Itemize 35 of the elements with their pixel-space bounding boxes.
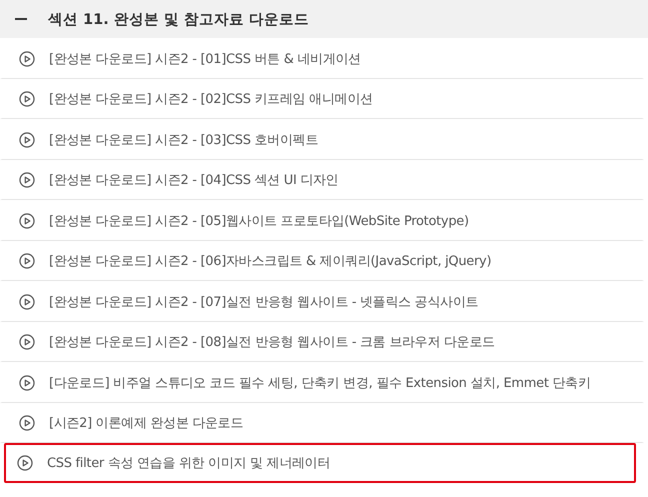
section-header[interactable]: 섹션 11. 완성본 및 참고자료 다운로드 xyxy=(0,0,648,38)
lecture-item[interactable]: [완성본 다운로드] 시즌2 - [03]CSS 호버이펙트 xyxy=(0,119,644,160)
lecture-title: [시즌2] 이론예제 완성본 다운로드 xyxy=(49,415,244,432)
play-icon xyxy=(19,334,35,350)
play-icon xyxy=(19,91,35,108)
lecture-item[interactable]: [완성본 다운로드] 시즌2 - [08]실전 반응형 웹사이트 - 크롬 브라우저 다운로드 xyxy=(0,322,644,362)
play-icon xyxy=(19,50,35,67)
lecture-item[interactable]: [완성본 다운로드] 시즌2 - [05]웹사이트 프로토타입(WebSite Prototype) xyxy=(0,200,644,240)
play-icon xyxy=(19,212,35,229)
lecture-item[interactable]: [완성본 다운로드] 시즌2 - [01]CSS 버튼 & 네비게이션 xyxy=(0,38,644,78)
lecture-item[interactable]: [다운로드] 비주얼 스튜디오 코드 필수 세팅, 단축키 변경, 필수 Extension 설치, Emmet 단축키 xyxy=(0,362,644,402)
lecture-title: [완성본 다운로드] 시즌2 - [05]웹사이트 프로토타입(WebSite Prototype) xyxy=(49,212,469,230)
lecture-item[interactable]: [완성본 다운로드] 시즌2 - [02]CSS 키프레임 애니메이션 xyxy=(0,78,644,119)
lecture-item[interactable]: [완성본 다운로드] 시즌2 - [07]실전 반응형 웹사이트 - 넷플릭스 공식사이트 xyxy=(0,281,644,322)
play-icon xyxy=(19,374,35,391)
play-icon xyxy=(19,415,35,432)
lecture-title: [완성본 다운로드] 시즌2 - [01]CSS 버튼 & 네비게이션 xyxy=(49,50,361,68)
lecture-item[interactable]: [완성본 다운로드] 시즌2 - [06]자바스크립트 & 제이쿼리(JavaScript, jQuery) xyxy=(0,240,644,281)
lecture-title: [완성본 다운로드] 시즌2 - [03]CSS 호버이펙트 xyxy=(49,132,318,149)
lecture-title: [완성본 다운로드] 시즌2 - [02]CSS 키프레임 애니메이션 xyxy=(49,91,373,108)
lecture-item[interactable]: CSS filter 속성 연습을 위한 이미지 및 제너레이터 xyxy=(4,443,636,483)
play-icon xyxy=(19,253,35,270)
lecture-title: [완성본 다운로드] 시즌2 - [04]CSS 섹션 UI 디자인 xyxy=(49,172,338,190)
lecture-title: [완성본 다운로드] 시즌2 - [06]자바스크립트 & 제이쿼리(JavaScript, jQuery) xyxy=(49,253,492,270)
play-icon xyxy=(19,172,35,188)
lecture-title: [완성본 다운로드] 시즌2 - [08]실전 반응형 웹사이트 - 크롬 브라우저 다운로드 xyxy=(49,334,495,352)
lecture-item[interactable]: [완성본 다운로드] 시즌2 - [04]CSS 섹션 UI 디자인 xyxy=(0,160,644,200)
lecture-item[interactable]: [시즌2] 이론예제 완성본 다운로드 xyxy=(0,402,644,443)
lecture-title: [완성본 다운로드] 시즌2 - [07]실전 반응형 웹사이트 - 넷플릭스 공식사이트 xyxy=(49,294,478,311)
play-icon xyxy=(19,294,35,310)
section-title: 섹션 11. 완성본 및 참고자료 다운로드 xyxy=(48,10,309,28)
lecture-title: [다운로드] 비주얼 스튜디오 코드 필수 세팅, 단축키 변경, 필수 Extension 설치, Emmet 단축키 xyxy=(49,374,591,392)
play-icon xyxy=(19,132,35,148)
lecture-title: CSS filter 속성 연습을 위한 이미지 및 제너레이터 xyxy=(47,455,330,472)
play-icon xyxy=(17,455,33,471)
